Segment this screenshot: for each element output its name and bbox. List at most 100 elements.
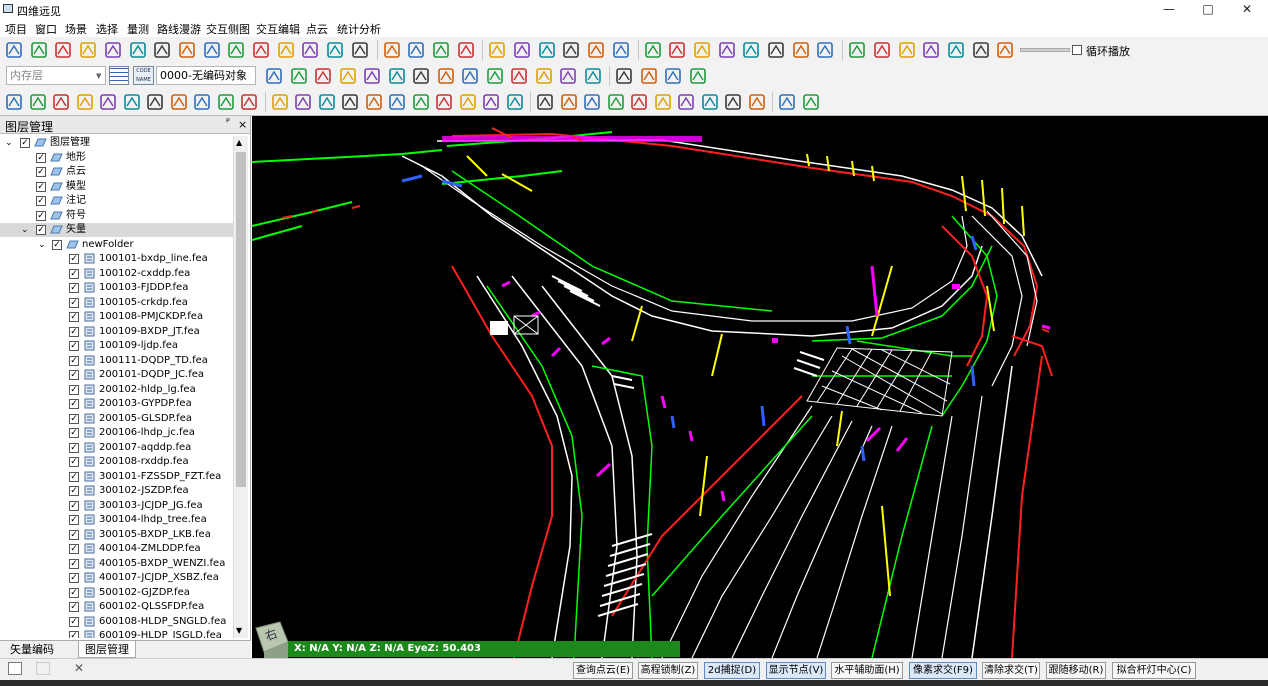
maximize-button[interactable]: □ — [1189, 0, 1227, 19]
globe2-icon[interactable] — [897, 40, 918, 60]
menu-measure[interactable]: 量测 — [127, 21, 149, 37]
rotate-icon[interactable] — [387, 92, 408, 112]
tree-row[interactable]: ✓ 200108-rxddp.fea — [0, 455, 233, 469]
eye-icon[interactable] — [382, 40, 403, 60]
status-button-show-nodes[interactable]: 显示节点(V) — [766, 662, 826, 679]
tree-row[interactable]: ✓ 100109-BXDP_JT.fea — [0, 325, 233, 339]
poly-icon[interactable] — [4, 92, 25, 112]
layer-checkbox[interactable]: ✓ — [69, 558, 79, 569]
layer-checkbox[interactable]: ✓ — [69, 370, 79, 380]
tree-row[interactable]: ✓ 600109-HLDP_JSGLD.fea — [0, 629, 233, 638]
building-icon[interactable] — [586, 40, 607, 60]
rect-corner-icon[interactable] — [436, 66, 457, 86]
menu-interactive-edit[interactable]: 交互编辑 — [256, 21, 300, 37]
zoom-plus-icon[interactable] — [847, 40, 868, 60]
wline-icon[interactable] — [145, 92, 166, 112]
hline-icon[interactable] — [505, 92, 526, 112]
globe1-icon[interactable] — [872, 40, 893, 60]
ellipse-icon[interactable] — [558, 66, 579, 86]
terrain-icon[interactable] — [741, 40, 762, 60]
compass-icon[interactable] — [78, 40, 99, 60]
layer-checkbox[interactable]: ✓ — [69, 428, 79, 438]
tree-row[interactable]: ✓ 符号 — [0, 209, 233, 223]
layer-checkbox[interactable]: ✓ — [69, 283, 79, 293]
tree-row[interactable]: ✓ 300101-FZSSDP_FZT.fea — [0, 470, 233, 484]
vector-icon[interactable] — [276, 40, 297, 60]
tree-row[interactable]: ✓ 100102-cxddp.fea — [0, 267, 233, 281]
layer-table-icon[interactable] — [109, 66, 129, 85]
tree-row[interactable]: ✓ 模型 — [0, 180, 233, 194]
crosshair-icon[interactable] — [264, 66, 285, 86]
trapezoid2-icon[interactable] — [485, 66, 506, 86]
menu-scene[interactable]: 场景 — [65, 21, 87, 37]
tree-icon[interactable] — [350, 40, 371, 60]
cylinder-icon[interactable] — [815, 40, 836, 60]
code-combo[interactable]: 0000-无编码对象 — [156, 66, 256, 85]
tree-row[interactable]: ✓ 300104-lhdp_tree.fea — [0, 513, 233, 527]
tree-row[interactable]: ✓ 200103-GYPDP.fea — [0, 397, 233, 411]
layer-checkbox[interactable]: ✓ — [36, 152, 46, 163]
tree-row[interactable]: ✓ 300103-JCJDP_JG.fea — [0, 499, 233, 513]
layer-checkbox[interactable]: ✓ — [69, 500, 79, 511]
status-button-clear-intersect[interactable]: 清除求交(T) — [982, 662, 1040, 679]
bars-icon[interactable] — [717, 40, 738, 60]
hatch2-icon[interactable] — [606, 92, 627, 112]
tools-icon[interactable] — [251, 40, 272, 60]
play3-icon[interactable] — [995, 40, 1016, 60]
layer-checkbox[interactable]: ✓ — [36, 196, 46, 206]
tree-row[interactable]: ✓ 100101-bxdp_line.fea — [0, 252, 233, 266]
wrench-icon[interactable] — [325, 40, 346, 60]
layer-checkbox[interactable]: ✓ — [69, 515, 79, 525]
trapezoid-icon[interactable] — [460, 66, 481, 86]
tree-row[interactable]: ✓ 地形 — [0, 151, 233, 165]
image-icon[interactable] — [177, 40, 198, 60]
status-button-horizontal-aux[interactable]: 水平辅助面(H) — [831, 662, 903, 679]
pen-icon[interactable] — [456, 40, 477, 60]
sun-icon[interactable] — [431, 40, 452, 60]
key-icon[interactable] — [458, 92, 479, 112]
play2-icon[interactable] — [971, 40, 992, 60]
tree-row[interactable]: ✓ 200101-DQDP_JC.fea — [0, 368, 233, 382]
curve-icon[interactable] — [481, 92, 502, 112]
layer-checkbox[interactable]: ✓ — [69, 297, 79, 308]
menu-statistics[interactable]: 统计分析 — [337, 21, 381, 37]
ruler-icon[interactable] — [667, 40, 688, 60]
edit-icon[interactable] — [128, 40, 149, 60]
poly3-icon[interactable] — [51, 92, 72, 112]
poly2-icon[interactable] — [28, 92, 49, 112]
tree-row[interactable]: ✓ 600102-QLSSFDP.fea — [0, 600, 233, 614]
save-icon[interactable] — [29, 40, 50, 60]
layer-checkbox[interactable]: ✓ — [69, 268, 79, 279]
taskbar-close-icon[interactable]: ✕ — [74, 661, 84, 675]
layer-checkbox[interactable]: ✓ — [69, 631, 79, 638]
tree-row[interactable]: ✓ 100111-DQDP_TD.fea — [0, 354, 233, 368]
connect-icon[interactable] — [777, 92, 798, 112]
scroll-thumb[interactable] — [236, 152, 246, 487]
corner-icon[interactable] — [169, 92, 190, 112]
tree-row[interactable]: ✓ 100108-PMJCKDP.fea — [0, 310, 233, 324]
poly5-icon[interactable] — [98, 92, 119, 112]
ship-icon[interactable] — [766, 40, 787, 60]
antenna-icon[interactable] — [791, 40, 812, 60]
layer-checkbox[interactable]: ✓ — [69, 616, 79, 627]
menu-select[interactable]: 选择 — [96, 21, 118, 37]
tab-vector-code[interactable]: 矢量编码 — [4, 641, 60, 658]
window-icon[interactable] — [152, 40, 173, 60]
menu-pointcloud[interactable]: 点云 — [306, 21, 328, 37]
tree-row[interactable]: ✓ 200106-lhdp_jc.fea — [0, 426, 233, 440]
join2-icon[interactable] — [688, 66, 709, 86]
circle-icon[interactable] — [534, 66, 555, 86]
close-button[interactable]: ✕ — [1228, 0, 1266, 19]
pencil-icon[interactable] — [512, 40, 533, 60]
loop-play-checkbox[interactable] — [1072, 45, 1082, 55]
keyvalue-icon[interactable] — [202, 40, 223, 60]
layer-checkbox[interactable]: ✓ — [69, 413, 79, 424]
list-icon[interactable] — [103, 40, 124, 60]
tree-row[interactable]: ✓ 100109-ljdp.fea — [0, 339, 233, 353]
tree-row[interactable]: ✓ 600108-HLDP_SNGLD.fea — [0, 615, 233, 629]
poly4-icon[interactable] — [75, 92, 96, 112]
route-icon[interactable] — [747, 92, 768, 112]
status-button-elevation-lock[interactable]: 高程锁制(Z) — [638, 662, 698, 679]
tree-row[interactable]: ✓ 500102-GJZDP.fea — [0, 586, 233, 600]
expand-chevron-icon[interactable]: ⌄ — [5, 136, 13, 150]
